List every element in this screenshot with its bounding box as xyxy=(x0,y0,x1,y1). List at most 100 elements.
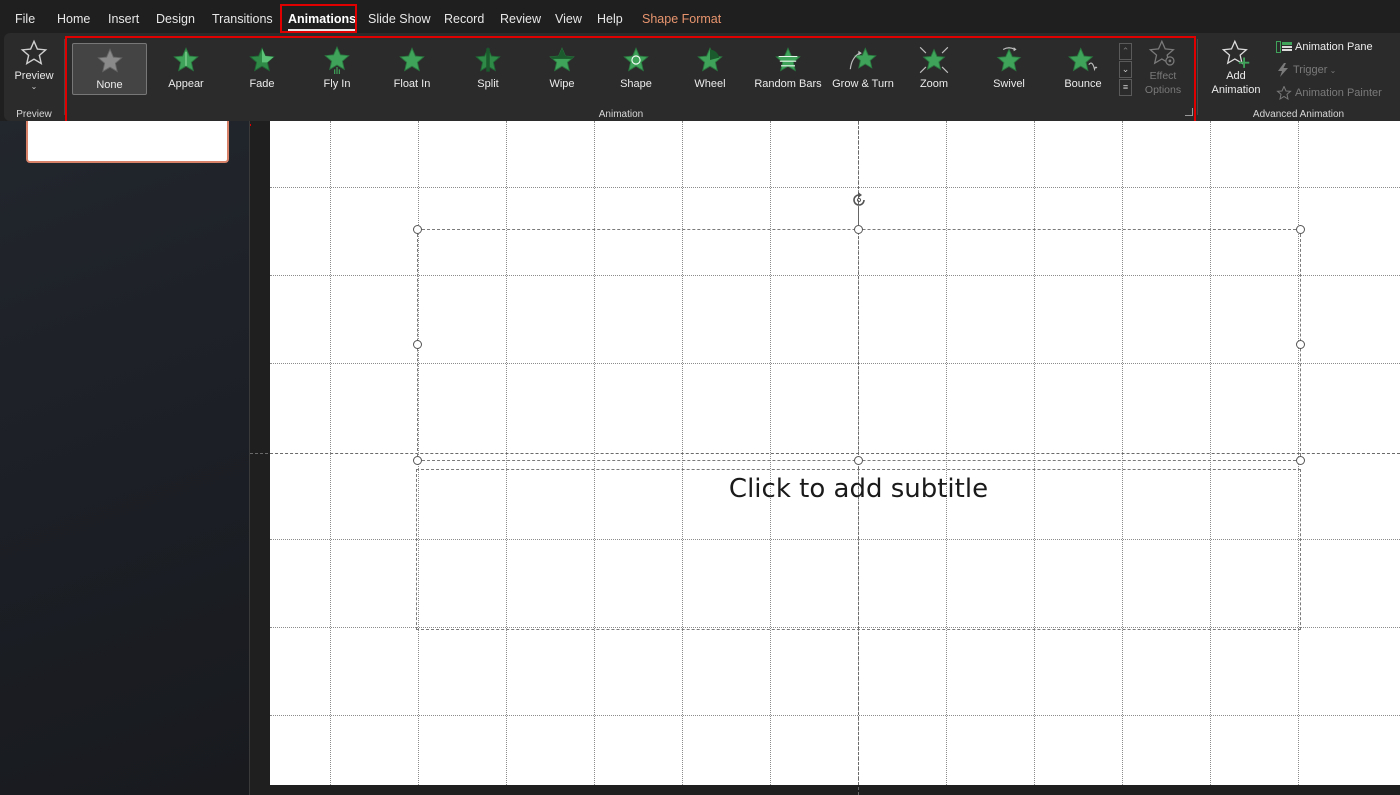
subtitle-placeholder-text[interactable]: Click to add subtitle xyxy=(417,472,1300,506)
tab-animations[interactable]: Animations xyxy=(288,10,357,31)
add-animation-line1: Add xyxy=(1226,70,1246,82)
trigger-button[interactable]: Trigger ⌄ xyxy=(1276,62,1336,78)
effect-label: Float In xyxy=(393,78,431,90)
effect-label: Grow & Turn xyxy=(832,78,894,90)
title-placeholder[interactable] xyxy=(417,229,1301,461)
add-animation-button[interactable]: Add Animation xyxy=(1204,39,1268,105)
trigger-label: Trigger xyxy=(1293,64,1328,76)
appear-star-icon xyxy=(173,47,199,72)
tab-home[interactable]: Home xyxy=(57,10,90,28)
float-in-star-icon xyxy=(399,47,425,72)
advanced-animation-group-label: Advanced Animation xyxy=(1252,109,1345,120)
gallery-scroll-down-button[interactable]: ⌄ xyxy=(1119,61,1132,78)
menu-bar: File Home Insert Design Transitions Anim… xyxy=(0,0,1400,36)
effect-options-icon xyxy=(1148,39,1175,66)
grow-turn-star-icon xyxy=(849,47,877,70)
slide-thumbnail[interactable] xyxy=(26,121,229,163)
add-animation-line2: Animation xyxy=(1211,84,1261,96)
zoom-star-icon xyxy=(919,46,949,74)
effect-label: Fade xyxy=(249,78,275,90)
animation-group-label: Animation xyxy=(598,109,644,120)
animation-dialog-launcher[interactable] xyxy=(1185,108,1193,116)
effect-label: Wipe xyxy=(549,78,575,90)
effect-label: Zoom xyxy=(919,78,949,90)
effect-label: Fly In xyxy=(323,78,351,90)
effect-options-line1: Effect xyxy=(1149,70,1177,82)
effect-random-bars[interactable]: Random Bars xyxy=(750,43,826,95)
tab-transitions[interactable]: Transitions xyxy=(212,10,273,28)
tab-review[interactable]: Review xyxy=(500,10,541,28)
animation-pane-icon xyxy=(1276,41,1292,54)
effect-wheel[interactable]: Wheel xyxy=(674,43,746,95)
chevron-down-icon: ⌄ xyxy=(1327,66,1337,75)
rotate-icon xyxy=(853,192,865,206)
effect-label: Bounce xyxy=(1064,78,1102,90)
wheel-star-icon xyxy=(697,47,723,72)
lightning-icon xyxy=(1278,63,1288,78)
effect-float-in[interactable]: Float In xyxy=(375,43,449,95)
animation-pane-button[interactable]: Animation Pane xyxy=(1276,39,1373,55)
effect-swivel[interactable]: Swivel xyxy=(973,43,1045,95)
tab-file[interactable]: File xyxy=(15,10,35,28)
tab-shape-format[interactable]: Shape Format xyxy=(642,10,721,28)
animation-painter-label: Animation Painter xyxy=(1295,87,1382,99)
effect-grow-turn[interactable]: Grow & Turn xyxy=(825,43,901,95)
effect-split[interactable]: Split xyxy=(452,43,524,95)
effect-zoom[interactable]: Zoom xyxy=(898,43,970,95)
tab-insert[interactable]: Insert xyxy=(108,10,139,28)
effect-bounce[interactable]: Bounce xyxy=(1047,43,1119,95)
resize-handle[interactable] xyxy=(413,340,422,349)
animation-painter-button[interactable]: Animation Painter xyxy=(1276,85,1382,101)
tab-slide-show[interactable]: Slide Show xyxy=(368,10,431,28)
animation-painter-icon xyxy=(1276,86,1292,101)
effect-label: Swivel xyxy=(993,78,1025,90)
effect-label: Appear xyxy=(168,78,204,90)
effect-label: Random Bars xyxy=(754,78,822,90)
resize-handle[interactable] xyxy=(413,456,422,465)
shape-star-icon xyxy=(623,47,649,72)
rotate-handle[interactable] xyxy=(849,190,869,210)
effect-appear[interactable]: Appear xyxy=(150,43,222,95)
bounce-star-icon xyxy=(1068,47,1098,72)
effect-options-line2: Options xyxy=(1144,84,1182,96)
gallery-more-button[interactable]: ≡ xyxy=(1119,79,1132,96)
separator xyxy=(64,39,65,115)
preview-button[interactable]: Preview ⌄ xyxy=(10,39,58,105)
star-outline-icon xyxy=(20,39,48,65)
resize-handle[interactable] xyxy=(854,456,863,465)
effect-label: Wheel xyxy=(694,78,726,90)
effect-fade[interactable]: Fade xyxy=(226,43,298,95)
effect-label: Shape xyxy=(620,78,652,90)
animation-gallery: None Appear Fade Fly In Float In Split W… xyxy=(70,41,1116,99)
tab-record[interactable]: Record xyxy=(444,10,484,28)
rotate-handle-stem xyxy=(858,208,859,225)
effect-options-button[interactable]: Effect Options xyxy=(1138,39,1188,105)
split-star-icon xyxy=(475,47,501,72)
resize-handle[interactable] xyxy=(854,225,863,234)
tab-help[interactable]: Help xyxy=(597,10,623,28)
add-animation-icon xyxy=(1221,39,1250,68)
slide-thumbnail-panel xyxy=(0,121,250,795)
effect-label: Split xyxy=(477,78,499,90)
fade-star-icon xyxy=(249,47,275,72)
effect-shape[interactable]: Shape xyxy=(600,43,672,95)
resize-handle[interactable] xyxy=(1296,225,1305,234)
separator xyxy=(1197,39,1198,115)
tab-view[interactable]: View xyxy=(555,10,582,28)
gridline-horizontal xyxy=(270,715,1400,716)
resize-handle[interactable] xyxy=(413,225,422,234)
tab-design[interactable]: Design xyxy=(156,10,195,28)
resize-handle[interactable] xyxy=(1296,340,1305,349)
gallery-scroll-up-button[interactable]: ⌃ xyxy=(1119,43,1132,60)
preview-group-label: Preview xyxy=(16,109,52,120)
star-gray-icon xyxy=(96,48,123,73)
swivel-star-icon xyxy=(996,47,1022,72)
gridline-horizontal xyxy=(270,187,1400,188)
effect-fly-in[interactable]: Fly In xyxy=(301,43,373,95)
effect-label: None xyxy=(96,79,123,91)
effect-wipe[interactable]: Wipe xyxy=(526,43,598,95)
wipe-star-icon xyxy=(549,47,575,72)
effect-none[interactable]: None xyxy=(72,43,147,95)
chevron-down-icon: ⌄ xyxy=(30,82,38,91)
resize-handle[interactable] xyxy=(1296,456,1305,465)
